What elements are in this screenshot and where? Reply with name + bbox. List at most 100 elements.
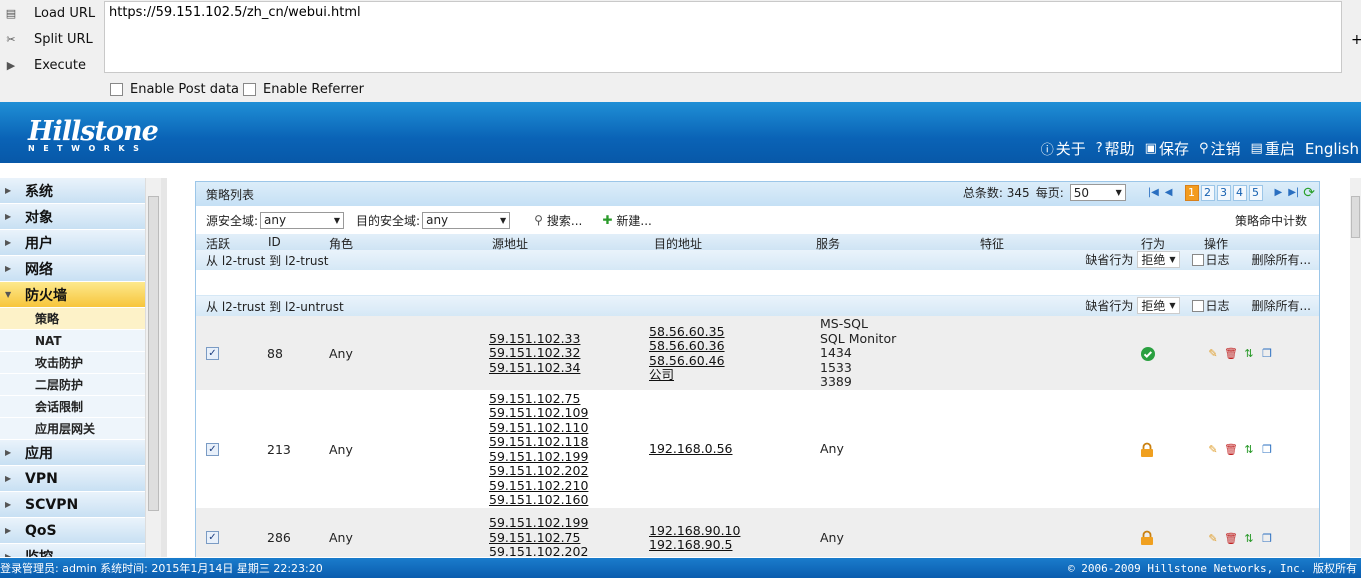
search-button[interactable]: 搜索...	[547, 212, 582, 229]
sidebar-item-firewall[interactable]: ▼ 防火墙	[0, 282, 145, 308]
edit-icon[interactable]: ✎	[1206, 531, 1220, 545]
dst-zone-select[interactable]: any ▼	[422, 211, 511, 229]
src-address[interactable]: 59.151.102.210	[489, 478, 588, 494]
last-page-icon[interactable]: ▶|	[1288, 187, 1299, 198]
sidebar-sub-attack-defense[interactable]: 攻击防护	[0, 352, 145, 374]
sidebar-item-object[interactable]: ▶ 对象	[0, 204, 145, 230]
src-zone-select[interactable]: any ▼	[260, 211, 345, 229]
help-link[interactable]: ? 帮助	[1096, 138, 1135, 159]
dst-address[interactable]: 58.56.60.36	[649, 338, 725, 354]
sidebar-item-system[interactable]: ▶ 系统	[0, 178, 145, 204]
log-checkbox[interactable]	[1191, 299, 1204, 312]
sidebar-sub-alg[interactable]: 应用层网关	[0, 418, 145, 440]
sidebar-item-network[interactable]: ▶ 网络	[0, 256, 145, 282]
load-url-button[interactable]: ▤ Load URL	[0, 1, 100, 25]
logout-link[interactable]: ⚲ 注销	[1199, 138, 1241, 159]
active-checkbox[interactable]: ✓	[206, 531, 219, 544]
src-address[interactable]: 59.151.102.199	[489, 516, 588, 531]
dst-address[interactable]: 58.56.60.46	[649, 353, 725, 369]
page-5[interactable]: 5	[1248, 184, 1263, 201]
src-address[interactable]: 59.151.102.202	[489, 545, 588, 557]
page-2[interactable]: 2	[1200, 184, 1215, 201]
delete-icon[interactable]: 🗑	[1224, 443, 1238, 457]
policy-row[interactable]: ✓ 88 Any 59.151.102.33 59.151.102.32 59.151.1…	[196, 316, 1319, 391]
dst-address[interactable]: 58.56.60.35	[649, 324, 725, 340]
sidebar-sub-session-limit[interactable]: 会话限制	[0, 396, 145, 418]
sidebar-sub-nat[interactable]: NAT	[0, 330, 145, 352]
sidebar-label: 用户	[25, 235, 53, 252]
new-button[interactable]: 新建...	[616, 212, 651, 229]
delete-all-link[interactable]: 删除所有...	[1252, 297, 1311, 314]
dst-address[interactable]: 192.168.90.5	[649, 537, 740, 553]
sidebar-item-vpn[interactable]: ▶ VPN	[0, 466, 145, 492]
delete-icon[interactable]: 🗑	[1224, 531, 1238, 545]
policy-row[interactable]: ✓ 286 Any 59.151.102.199 59.151.102.75 59.151…	[196, 508, 1319, 557]
src-address[interactable]: 59.151.102.32	[489, 346, 580, 361]
prev-page-icon[interactable]: ◀	[1165, 187, 1173, 198]
execute-button[interactable]: ▶ Execute	[0, 53, 100, 77]
sidebar-sub-l2-defense[interactable]: 二层防护	[0, 374, 145, 396]
policy-row[interactable]: ✓ 213 Any 59.151.102.75 59.151.102.109 59.151…	[196, 391, 1319, 508]
per-page-select[interactable]: 50 ▼	[1069, 184, 1126, 201]
url-textarea[interactable]: https://59.151.102.5/zh_cn/webui.html	[104, 1, 1342, 73]
sidebar-scrollbar[interactable]	[145, 178, 161, 557]
dst-address[interactable]: 192.168.90.10	[649, 523, 740, 539]
about-link[interactable]: ⓘ 关于	[1041, 138, 1086, 159]
src-address[interactable]: 59.151.102.75	[489, 391, 588, 407]
sidebar-item-user[interactable]: ▶ 用户	[0, 230, 145, 256]
save-link[interactable]: ▣ 保存	[1145, 138, 1189, 159]
page-4[interactable]: 4	[1232, 184, 1247, 201]
copy-icon[interactable]: ❐	[1260, 347, 1274, 361]
copy-icon[interactable]: ❐	[1260, 443, 1274, 457]
page-1[interactable]: 1	[1184, 184, 1199, 201]
pager: 总条数: 345 每页: 50 ▼ |◀ ◀ 1 2 3 4 5 ▶ ▶| ⟳	[963, 184, 1315, 201]
expand-icon[interactable]: +	[1351, 32, 1361, 48]
edit-icon[interactable]: ✎	[1206, 443, 1220, 457]
src-address[interactable]: 59.151.102.33	[489, 331, 580, 347]
default-action-value: 拒绝	[1141, 299, 1166, 313]
enable-post-checkbox[interactable]: Enable Post data	[110, 82, 239, 97]
refresh-icon[interactable]: ⟳	[1303, 185, 1315, 201]
scroll-thumb[interactable]	[1351, 196, 1360, 238]
hit-count-link[interactable]: 策略命中计数	[1235, 212, 1307, 229]
sidebar-item-scvpn[interactable]: ▶ SCVPN	[0, 492, 145, 518]
default-action-select[interactable]: 拒绝 ▼	[1137, 297, 1180, 314]
dst-address[interactable]: 公司	[649, 367, 725, 383]
split-url-button[interactable]: ✂ Split URL	[0, 27, 100, 51]
src-address[interactable]: 59.151.102.75	[489, 530, 588, 546]
move-icon[interactable]: ⇅	[1242, 347, 1256, 361]
restart-link[interactable]: ▤ 重启	[1251, 138, 1295, 159]
src-address[interactable]: 59.151.102.118	[489, 434, 588, 450]
sidebar-label: 对象	[25, 209, 53, 226]
sidebar-item-qos[interactable]: ▶ QoS	[0, 518, 145, 544]
move-icon[interactable]: ⇅	[1242, 443, 1256, 457]
dst-address[interactable]: 192.168.0.56	[649, 442, 733, 457]
src-address[interactable]: 59.151.102.202	[489, 463, 588, 479]
arrow-right-icon: ▶	[5, 238, 12, 247]
delete-all-link[interactable]: 删除所有...	[1252, 251, 1311, 268]
sidebar-sub-policy[interactable]: 策略	[0, 308, 145, 330]
active-checkbox[interactable]: ✓	[206, 346, 219, 360]
page-3[interactable]: 3	[1216, 184, 1231, 201]
active-checkbox[interactable]: ✓	[206, 442, 219, 456]
default-action-select[interactable]: 拒绝 ▼	[1137, 251, 1180, 268]
edit-icon[interactable]: ✎	[1206, 347, 1220, 361]
src-address[interactable]: 59.151.102.34	[489, 360, 580, 376]
main-scrollbar[interactable]	[1350, 178, 1361, 557]
copy-icon[interactable]: ❐	[1260, 531, 1274, 545]
first-page-icon[interactable]: |◀	[1148, 187, 1159, 198]
src-address[interactable]: 59.151.102.160	[489, 492, 588, 508]
delete-icon[interactable]: 🗑	[1224, 347, 1238, 361]
enable-referrer-checkbox[interactable]: Enable Referrer	[243, 82, 364, 97]
english-link[interactable]: English	[1305, 138, 1359, 159]
scroll-thumb[interactable]	[148, 196, 159, 511]
sidebar-item-monitor[interactable]: ▶ 监控	[0, 544, 145, 557]
sidebar-item-app[interactable]: ▶ 应用	[0, 440, 145, 466]
move-icon[interactable]: ⇅	[1242, 531, 1256, 545]
log-checkbox[interactable]	[1191, 253, 1204, 266]
help-label: 帮助	[1104, 140, 1135, 158]
src-address[interactable]: 59.151.102.110	[489, 420, 588, 436]
src-address[interactable]: 59.151.102.109	[489, 405, 588, 421]
next-page-icon[interactable]: ▶	[1275, 187, 1283, 198]
src-address[interactable]: 59.151.102.199	[489, 449, 588, 465]
